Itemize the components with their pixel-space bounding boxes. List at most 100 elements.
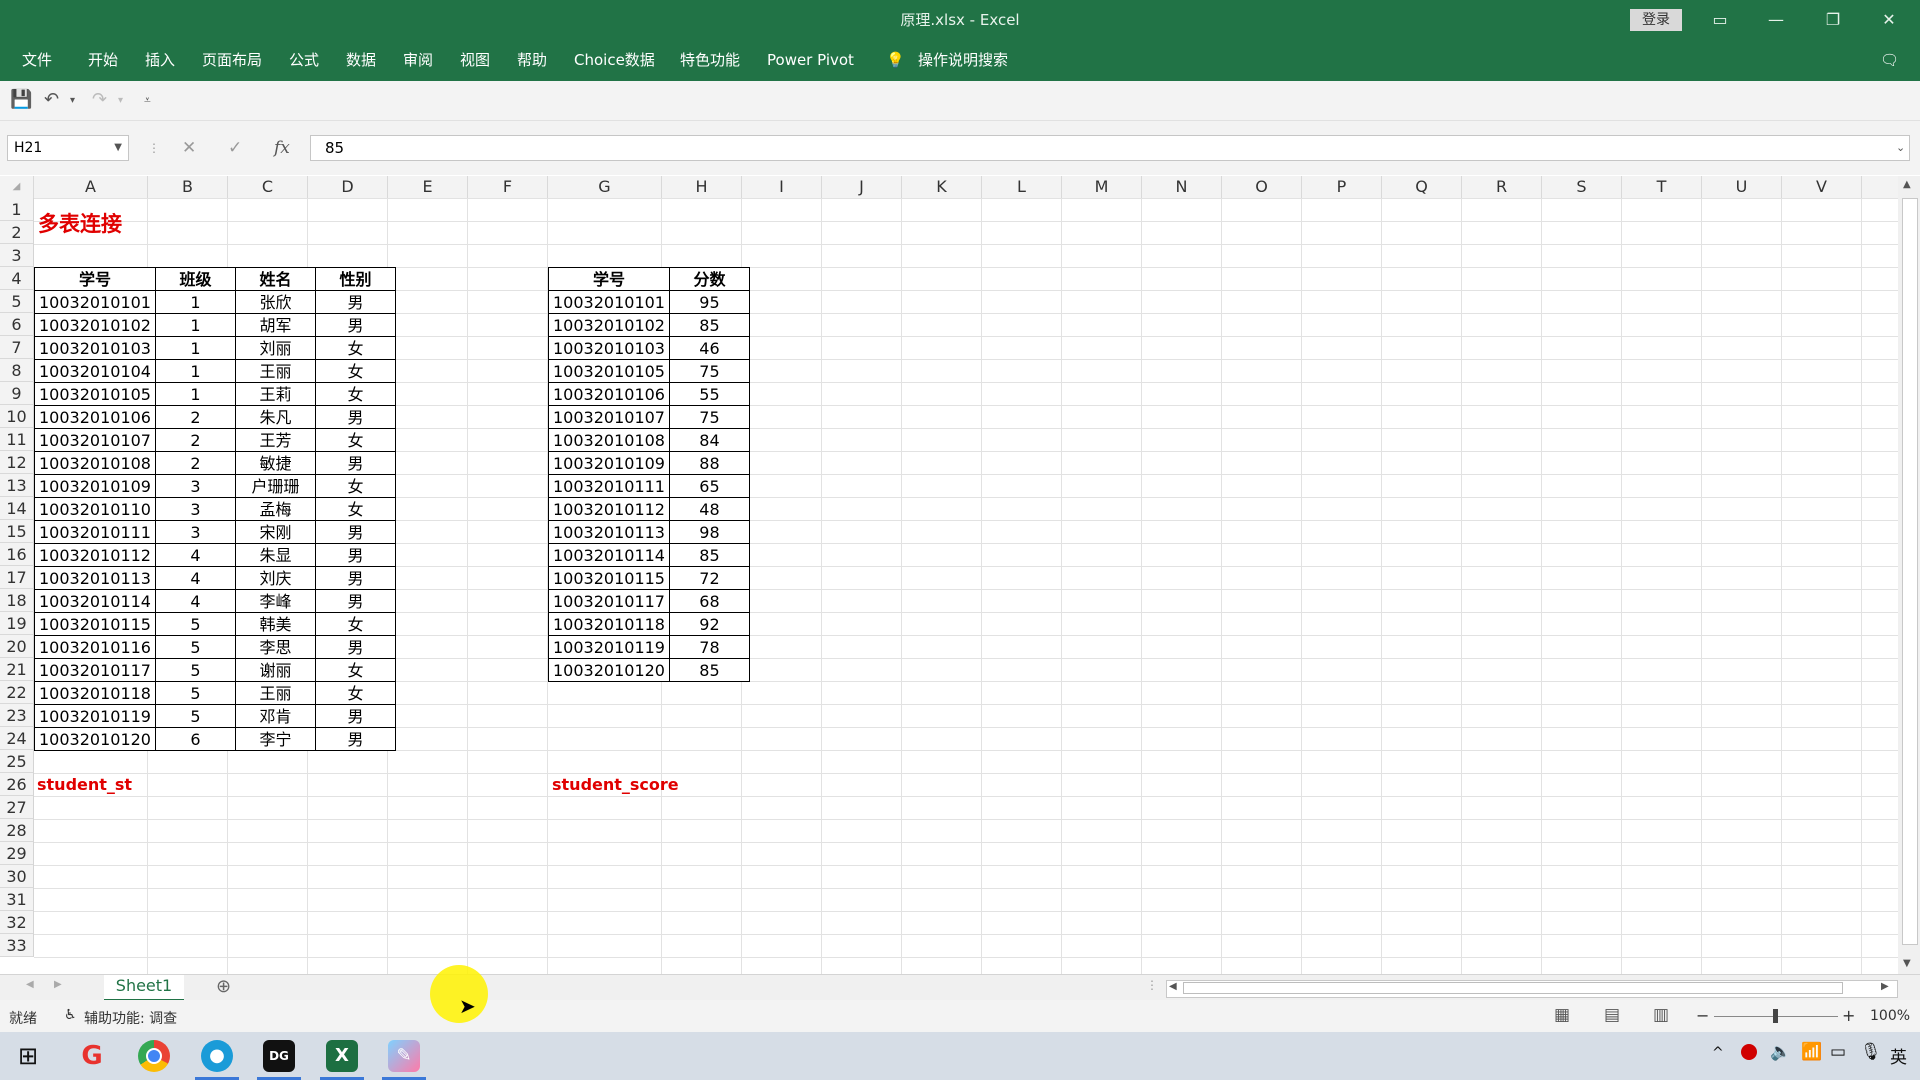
record-icon[interactable] xyxy=(1741,1044,1757,1060)
table-cell[interactable]: 85 xyxy=(668,313,750,337)
table-cell[interactable]: 朱凡 xyxy=(234,405,316,429)
row-header[interactable]: 26 xyxy=(0,773,34,796)
table-cell[interactable]: 户珊珊 xyxy=(234,474,316,498)
table-cell[interactable]: 10032010113 xyxy=(34,566,156,590)
table-cell[interactable]: 孟梅 xyxy=(234,497,316,521)
table-cell[interactable]: 2 xyxy=(154,428,236,452)
column-header[interactable]: D xyxy=(308,176,388,198)
tab-power-pivot[interactable]: Power Pivot xyxy=(767,40,854,81)
column-header[interactable]: G xyxy=(548,176,662,198)
column-header[interactable]: B xyxy=(148,176,228,198)
horizontal-scroll-thumb[interactable] xyxy=(1183,982,1843,994)
table-cell[interactable]: 10032010115 xyxy=(34,612,156,636)
table-cell[interactable]: 5 xyxy=(154,612,236,636)
row-header[interactable]: 8 xyxy=(0,359,34,382)
accessibility-status[interactable]: 辅助功能: 调查 xyxy=(84,1008,177,1028)
table-cell[interactable]: 5 xyxy=(154,635,236,659)
table-cell[interactable]: 5 xyxy=(154,704,236,728)
column-header[interactable]: F xyxy=(468,176,548,198)
zoom-in-icon[interactable]: + xyxy=(1842,1006,1855,1025)
zoom-out-icon[interactable]: − xyxy=(1696,1006,1709,1025)
row-header[interactable]: 25 xyxy=(0,750,34,773)
table-cell[interactable]: 3 xyxy=(154,520,236,544)
row-header[interactable]: 13 xyxy=(0,474,34,497)
table-cell[interactable]: 10032010105 xyxy=(548,359,670,383)
column-header[interactable]: V xyxy=(1782,176,1862,198)
column-header[interactable]: M xyxy=(1062,176,1142,198)
table-cell[interactable]: 10032010120 xyxy=(548,658,670,682)
row-header[interactable]: 10 xyxy=(0,405,34,428)
close-icon[interactable]: ✕ xyxy=(1866,0,1912,40)
row-header[interactable]: 14 xyxy=(0,497,34,520)
table-cell[interactable]: 10032010103 xyxy=(34,336,156,360)
student-table[interactable]: 学号 班级 姓名 性别 10032010101 1 张欣男 10032010102 1 胡军男 1… xyxy=(34,267,396,751)
table-cell[interactable]: 10032010101 xyxy=(548,290,670,314)
table-cell[interactable]: 10032010102 xyxy=(548,313,670,337)
table-cell[interactable]: 李峰 xyxy=(234,589,316,613)
expand-formula-icon[interactable]: ⌄ xyxy=(1896,135,1905,161)
undo-icon[interactable]: ↶ xyxy=(44,89,59,110)
table-cell[interactable]: 女 xyxy=(314,428,396,452)
table-cell[interactable]: 刘丽 xyxy=(234,336,316,360)
row-header[interactable]: 12 xyxy=(0,451,34,474)
volume-icon[interactable]: 🔈 xyxy=(1770,1042,1791,1062)
table-cell[interactable]: 10032010117 xyxy=(548,589,670,613)
column-header[interactable]: Q xyxy=(1382,176,1462,198)
table-cell[interactable]: 王丽 xyxy=(234,681,316,705)
table-cell[interactable]: 女 xyxy=(314,359,396,383)
column-header[interactable]: C xyxy=(228,176,308,198)
table-cell[interactable]: 10032010109 xyxy=(548,451,670,475)
restore-icon[interactable]: ❐ xyxy=(1810,0,1856,40)
save-icon[interactable]: 💾 xyxy=(10,89,32,110)
vertical-scroll-thumb[interactable] xyxy=(1902,198,1918,945)
name-box[interactable]: H21 ▼ xyxy=(7,135,129,161)
redo-dropdown-icon[interactable]: ▾ xyxy=(118,95,123,106)
table-cell[interactable]: 10032010107 xyxy=(548,405,670,429)
page-break-view-icon[interactable]: ▥ xyxy=(1653,1005,1669,1025)
worksheet-grid[interactable]: ◢ A B C D E F G H I J K L M N O P Q R S T U V 1 2 3 4 5 6 7 8 9 10 11 12 1… xyxy=(0,176,1920,974)
table-cell[interactable]: 92 xyxy=(668,612,750,636)
table-cell[interactable]: 10032010113 xyxy=(548,520,670,544)
table-cell[interactable]: 10032010119 xyxy=(34,704,156,728)
table-header-cell[interactable]: 学号 xyxy=(548,267,670,291)
table-cell[interactable]: 10032010118 xyxy=(548,612,670,636)
column-header[interactable]: E xyxy=(388,176,468,198)
table-cell[interactable]: 女 xyxy=(314,382,396,406)
browser-icon[interactable]: ● xyxy=(201,1040,233,1072)
column-header[interactable]: H xyxy=(662,176,742,198)
formula-input[interactable]: 85 xyxy=(310,135,1910,161)
table-header-cell[interactable]: 性别 xyxy=(314,267,396,291)
table-cell[interactable]: 10032010118 xyxy=(34,681,156,705)
tray-chevron-up-icon[interactable]: ^ xyxy=(1712,1045,1724,1061)
table-cell[interactable]: 46 xyxy=(668,336,750,360)
table-cell[interactable]: 胡军 xyxy=(234,313,316,337)
table-cell[interactable]: 男 xyxy=(314,543,396,567)
network-icon[interactable]: 📶 xyxy=(1801,1042,1822,1062)
row-header[interactable]: 17 xyxy=(0,566,34,589)
row-header[interactable]: 4 xyxy=(0,267,34,290)
table-cell[interactable]: 女 xyxy=(314,497,396,521)
table-cell[interactable]: 1 xyxy=(154,336,236,360)
table-cell[interactable]: 宋刚 xyxy=(234,520,316,544)
table-cell[interactable]: 5 xyxy=(154,658,236,682)
table-cell[interactable]: 王莉 xyxy=(234,382,316,406)
tab-home[interactable]: 开始 xyxy=(88,40,118,81)
sheet-tab-sheet1[interactable]: Sheet1 xyxy=(104,975,184,1001)
table-cell[interactable]: 男 xyxy=(314,520,396,544)
table-cell[interactable]: 72 xyxy=(668,566,750,590)
row-header[interactable]: 6 xyxy=(0,313,34,336)
row-header[interactable]: 15 xyxy=(0,520,34,543)
table1-name-label[interactable]: student_st xyxy=(37,774,132,796)
windows-start-icon[interactable]: ⊞ xyxy=(18,1042,38,1070)
table-cell[interactable]: 10032010112 xyxy=(548,497,670,521)
row-header[interactable]: 21 xyxy=(0,658,34,681)
table-cell[interactable]: 10032010106 xyxy=(34,405,156,429)
table-cell[interactable]: 女 xyxy=(314,474,396,498)
table-cell[interactable]: 男 xyxy=(314,405,396,429)
minimize-icon[interactable]: — xyxy=(1753,0,1799,40)
scroll-left-icon[interactable]: ◀ xyxy=(1169,981,1177,992)
ime-indicator[interactable]: 英 xyxy=(1890,1043,1907,1068)
table-cell[interactable]: 10032010105 xyxy=(34,382,156,406)
sheet-title[interactable]: 多表连接 xyxy=(38,209,122,239)
table-cell[interactable]: 李宁 xyxy=(234,727,316,751)
